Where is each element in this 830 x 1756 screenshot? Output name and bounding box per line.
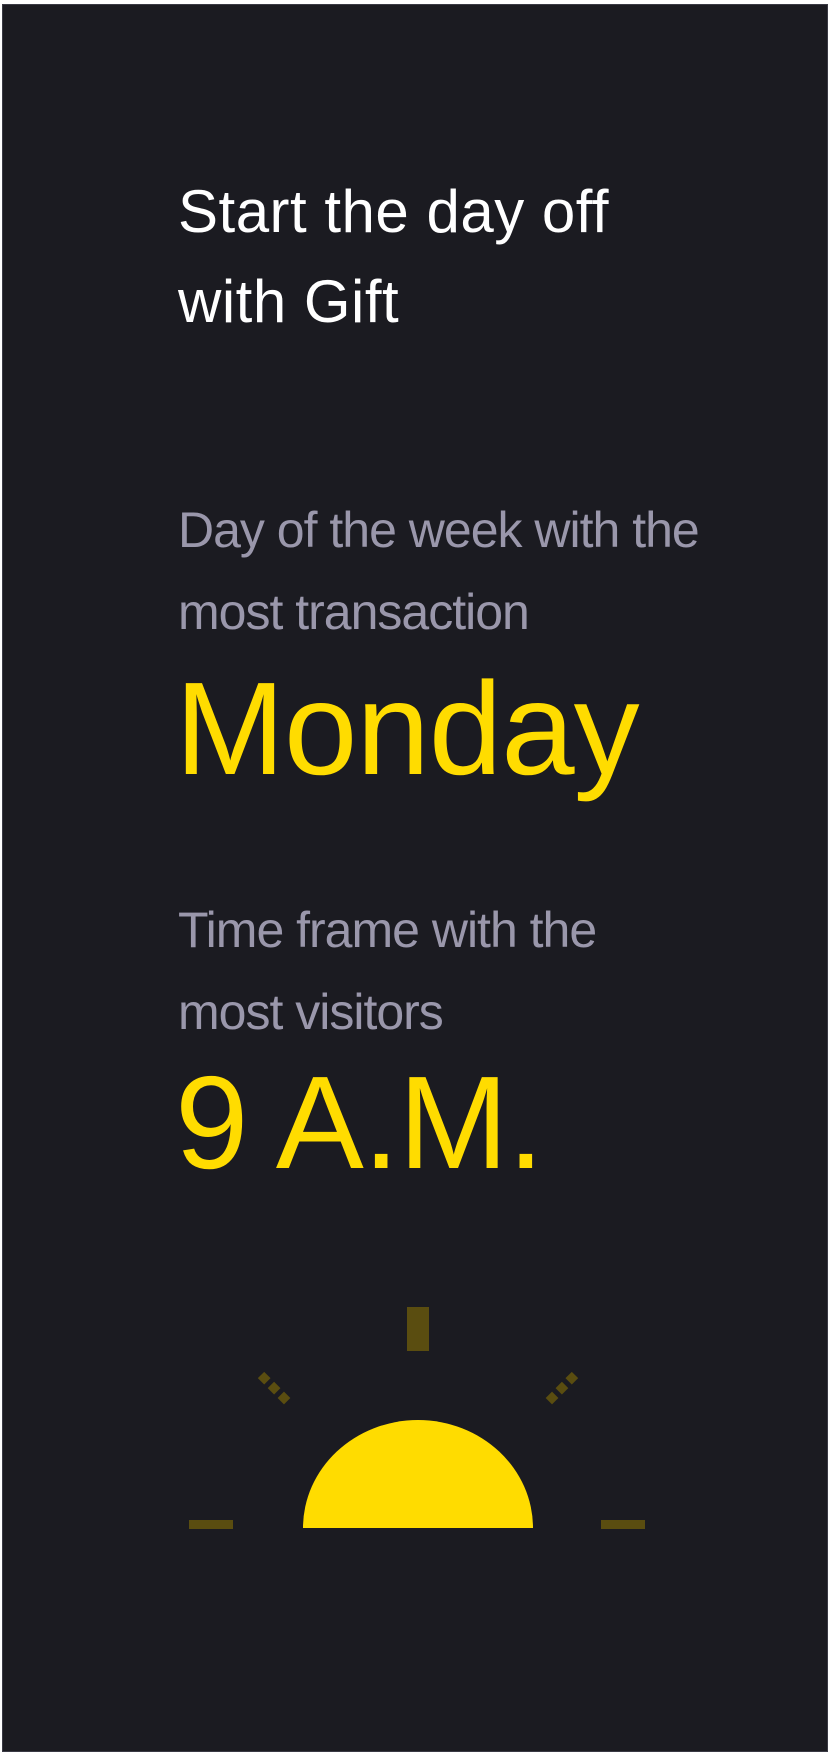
sun-ray-upper-right	[543, 1371, 579, 1407]
sun-half-disc	[303, 1420, 533, 1528]
sunrise-icon	[189, 1307, 645, 1529]
sun-ray-left	[189, 1520, 233, 1529]
sun-ray-top	[407, 1307, 429, 1351]
sun-ray-upper-left	[257, 1371, 293, 1407]
sun-ray-right	[601, 1520, 645, 1529]
stats-card: Start the day off with Gift Day of the w…	[2, 4, 828, 1752]
